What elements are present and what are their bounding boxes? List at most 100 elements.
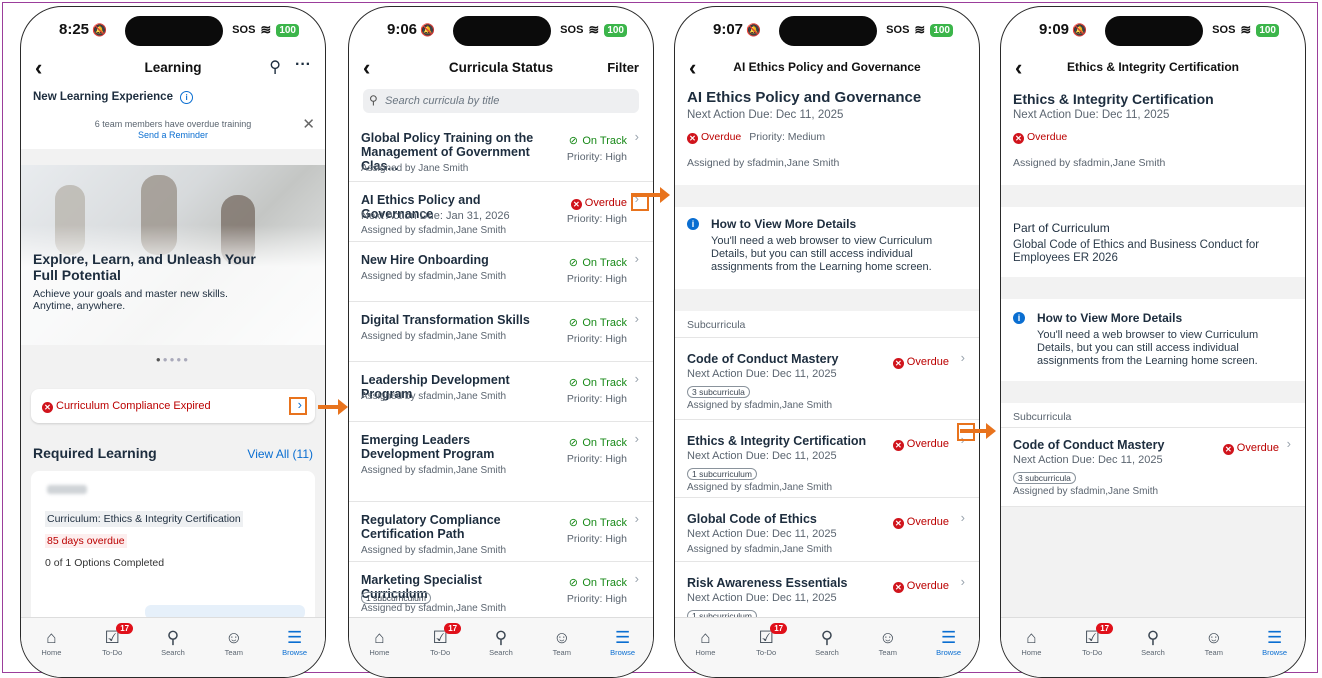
tab-bar: ⌂ Home ☑ 17 To-Do ⚲ Search ☺ Team ☰ Browse — [349, 617, 653, 677]
flow-arrow-3 — [960, 423, 996, 439]
tab-label: Home — [1021, 648, 1042, 657]
chevron-right-icon[interactable]: › — [635, 431, 639, 446]
tab-team[interactable]: ☺ Team — [863, 628, 913, 677]
send-reminder-link[interactable]: Send a Reminder — [21, 130, 325, 141]
chevron-right-icon[interactable]: › — [1287, 436, 1291, 451]
search-icon[interactable]: ⚲ — [269, 57, 281, 77]
info-icon[interactable]: i — [180, 91, 194, 104]
error-icon: ✕ — [892, 518, 904, 529]
team-icon: ☺ — [879, 628, 897, 647]
priority-label: Priority: High — [566, 393, 627, 405]
nav-bar: ‹ Ethics & Integrity Certification — [1001, 51, 1305, 85]
tab-search[interactable]: ⚲ Search — [476, 628, 526, 677]
chevron-right-icon[interactable]: › — [961, 574, 965, 589]
list-item[interactable]: Regulatory Compliance Certification Path… — [349, 501, 653, 562]
search-input[interactable]: ⚲ Search curricula by title — [363, 89, 639, 113]
view-all-link[interactable]: View All (11) — [247, 447, 313, 461]
tab-team[interactable]: ☺ Team — [537, 628, 587, 677]
close-icon[interactable]: ✕ — [302, 117, 315, 132]
tab-label: Home — [369, 648, 390, 657]
list-item[interactable]: Global Policy Training on the Management… — [349, 119, 653, 182]
item-assigned-by: Assigned by sfadmin,Jane Smith — [361, 331, 507, 342]
error-icon: ✕ — [892, 358, 904, 369]
chevron-right-icon[interactable]: › — [635, 311, 639, 326]
tab-label: Team — [224, 648, 243, 657]
tab-label: Search — [1141, 648, 1165, 657]
status-bar: 9:06 🔕 SOS ≋ 100 — [349, 7, 653, 51]
search-icon: ⚲ — [369, 93, 378, 107]
list-item[interactable]: Emerging Leaders Development Program Assi… — [349, 421, 653, 502]
tab-home[interactable]: ⌂ Home — [1006, 628, 1056, 677]
subcurricula-item[interactable]: Code of Conduct Mastery Next Action Due:… — [1001, 427, 1305, 507]
chevron-right-icon[interactable]: › — [961, 350, 965, 365]
chevron-right-icon[interactable]: › — [635, 251, 639, 266]
tab-team[interactable]: ☺ Team — [209, 628, 259, 677]
sub-title: Code of Conduct Mastery — [1013, 438, 1165, 452]
tab-todo[interactable]: ☑ 17 To-Do — [415, 623, 465, 677]
tab-todo[interactable]: ☑ 17 To-Do — [1067, 623, 1117, 677]
more-icon[interactable]: ··· — [295, 56, 311, 74]
divider — [675, 185, 979, 207]
tab-label: Browse — [282, 648, 308, 657]
hero-subtitle: Achieve your goals and master new skills… — [33, 288, 228, 312]
tab-search[interactable]: ⚲ Search — [802, 628, 852, 677]
tab-label: Search — [815, 648, 839, 657]
tab-bar: ⌂ Home ☑ 17 To-Do ⚲ Search ☺ Team ☰ Browse — [1001, 617, 1305, 677]
chevron-right-icon[interactable]: › — [635, 571, 639, 586]
error-icon: ✕ — [892, 440, 904, 451]
tab-browse[interactable]: ☰ Browse — [924, 628, 974, 677]
chevron-right-icon[interactable]: › — [635, 511, 639, 526]
sub-assigned-by: Assigned by sfadmin,Jane Smith — [687, 482, 833, 493]
wifi-icon: ≋ — [914, 22, 926, 37]
filter-button[interactable]: Filter — [607, 60, 639, 75]
chevron-right-icon[interactable]: › — [635, 129, 639, 144]
empty-area — [1001, 507, 1305, 617]
learning-card[interactable]: Curriculum: Ethics & Integrity Certifica… — [31, 471, 315, 631]
tab-team[interactable]: ☺ Team — [1189, 628, 1239, 677]
list-item[interactable]: New Hire Onboarding Assigned by sfadmin,J… — [349, 241, 653, 302]
reminder-banner: 6 team members have overdue training Sen… — [21, 117, 325, 141]
tab-todo[interactable]: ☑ 17 To-Do — [741, 623, 791, 677]
tab-browse[interactable]: ☰ Browse — [598, 628, 648, 677]
mute-icon: 🔕 — [92, 23, 107, 37]
tab-browse[interactable]: ☰ Browse — [1250, 628, 1300, 677]
info-icon: i — [687, 218, 699, 230]
sub-assigned-by: Assigned by sfadmin,Jane Smith — [687, 400, 833, 411]
chevron-right-icon[interactable]: › — [961, 510, 965, 525]
tab-home[interactable]: ⌂ Home — [26, 628, 76, 677]
status-bar: 9:09 🔕 SOS ≋ 100 — [1001, 7, 1305, 51]
subcurricula-item[interactable]: Global Code of Ethics Next Action Due: De… — [675, 497, 979, 562]
tab-todo[interactable]: ☑ 17 To-Do — [87, 623, 137, 677]
detail-heading: AI Ethics Policy and Governance — [687, 89, 922, 106]
status-label: Overdue — [584, 197, 627, 209]
card-overdue: 85 days overdue — [45, 534, 127, 548]
subcurricula-item[interactable]: Ethics & Integrity Certification Next Act… — [675, 419, 979, 498]
error-icon: ✕ — [892, 582, 904, 593]
tab-search[interactable]: ⚲ Search — [1128, 628, 1178, 677]
todo-badge: 17 — [116, 623, 134, 634]
home-icon: ⌂ — [700, 628, 711, 647]
list-item[interactable]: Leadership Development Program Assigned b… — [349, 361, 653, 422]
compliance-alert-card[interactable]: ✕ Curriculum Compliance Expired › — [31, 389, 315, 423]
sub-status: ✕ Overdue — [892, 352, 949, 370]
carousel-dots[interactable]: ●●●●● — [21, 345, 325, 375]
tab-home[interactable]: ⌂ Home — [354, 628, 404, 677]
tab-browse[interactable]: ☰ Browse — [270, 628, 320, 677]
item-assigned-by: Assigned by sfadmin,Jane Smith — [361, 465, 507, 476]
part-of-value: Global Code of Ethics and Business Condu… — [1013, 239, 1260, 264]
tab-search[interactable]: ⚲ Search — [148, 628, 198, 677]
hero-overlay — [21, 225, 325, 345]
list-item[interactable]: Marketing Specialist Curriculum 1 subcurr… — [349, 561, 653, 622]
chevron-right-icon[interactable]: › — [298, 397, 302, 412]
tab-home[interactable]: ⌂ Home — [680, 628, 730, 677]
list-icon: ☰ — [614, 628, 631, 647]
subcurricula-item[interactable]: Code of Conduct Mastery Next Action Due: … — [675, 337, 979, 420]
tab-label: Home — [41, 648, 62, 657]
battery-icon: 100 — [276, 23, 299, 37]
item-status: ⊘ On Track Priority: High — [567, 433, 627, 465]
list-item[interactable]: AI Ethics Policy and Governance Next Acti… — [349, 181, 653, 242]
list-item[interactable]: Digital Transformation Skills Assigned by… — [349, 301, 653, 362]
hero-image: Explore, Learn, and Unleash Your Full Po… — [21, 165, 325, 345]
chevron-right-icon[interactable]: › — [635, 371, 639, 386]
phone-curricula-status: 9:06 🔕 SOS ≋ 100 ‹ Curricula Status Filter … — [348, 6, 654, 678]
